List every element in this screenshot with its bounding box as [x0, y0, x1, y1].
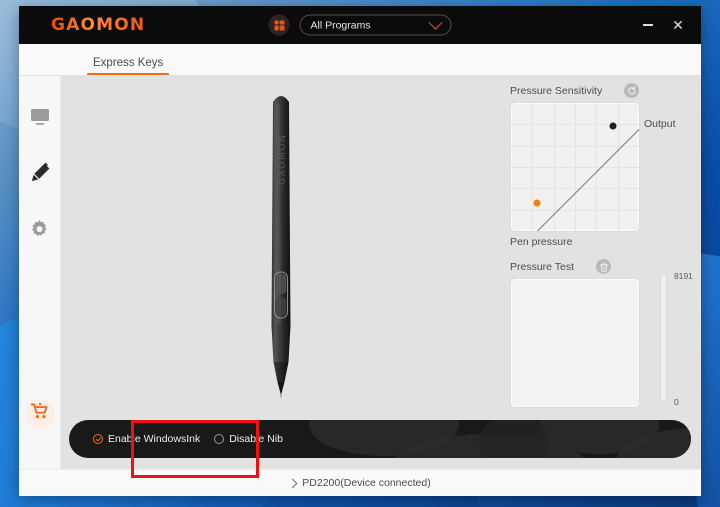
sidebar-item-pen-settings[interactable] [25, 158, 55, 188]
program-selector-group: All Programs [268, 14, 452, 36]
device-status[interactable]: PD2200(Device connected) [287, 477, 431, 489]
chevron-down-icon [428, 15, 443, 30]
desktop-background: GAOMON All Programs ✕ Express Keys GAOMO… [0, 0, 720, 507]
gauge-min-label: 0 [674, 397, 679, 407]
gaomon-driver-window: GAOMON All Programs ✕ Express Keys GAOMO… [19, 6, 701, 496]
shopping-cart-icon [30, 403, 49, 425]
option-enable-windowsink-label: Enable WindowsInk [108, 433, 201, 445]
trash-icon[interactable] [596, 259, 611, 274]
pressure-test-canvas[interactable] [510, 278, 640, 408]
minimize-button[interactable] [635, 13, 661, 37]
radio-checked-icon [93, 434, 103, 444]
sidebar-item-display-settings[interactable] [25, 102, 55, 132]
pen-pressure-axis-label: Pen pressure [510, 236, 573, 248]
tab-strip: Express Keys [19, 44, 701, 76]
pressure-curve-graph[interactable] [510, 102, 640, 232]
gauge-max-label: 8191 [674, 271, 693, 281]
right-panels: Pressure Sensitivity Output Pen pressure… [501, 76, 701, 469]
pressure-test-title: Pressure Test [510, 260, 574, 273]
content-area: GAOMON Pressure Sensitivity Output Pen p… [61, 76, 701, 469]
options-group: Enable WindowsInk Disable Nib [69, 433, 283, 445]
curve-handle-high[interactable] [609, 122, 617, 130]
title-bar: GAOMON All Programs ✕ [19, 6, 701, 44]
window-controls: ✕ [635, 13, 701, 37]
app-logo: GAOMON [51, 15, 146, 35]
pressure-sensitivity-title: Pressure Sensitivity [510, 84, 603, 97]
pressure-gauge [660, 273, 667, 403]
gear-icon [30, 219, 49, 239]
sidebar-item-general-settings[interactable] [25, 214, 55, 244]
close-button[interactable]: ✕ [665, 13, 691, 37]
pen-preview-area: GAOMON [61, 76, 501, 469]
option-disable-nib-label: Disable Nib [229, 433, 283, 445]
option-disable-nib[interactable]: Disable Nib [214, 433, 283, 445]
pressure-curve-wrap: Output [510, 102, 700, 232]
status-bar: PD2200(Device connected) [19, 469, 701, 496]
chevron-right-icon [287, 478, 298, 488]
pressure-sensitivity-panel: Pressure Sensitivity Output Pen pressure [510, 83, 700, 248]
sidebar [19, 76, 61, 469]
options-bar: Enable WindowsInk Disable Nib [69, 420, 691, 458]
window-body: GAOMON Pressure Sensitivity Output Pen p… [19, 76, 701, 469]
apps-grid-icon[interactable] [268, 14, 290, 36]
apps-grid-glyph [274, 20, 284, 30]
curve-handle-low[interactable] [533, 199, 541, 207]
radio-unchecked-icon [214, 434, 225, 444]
stylus-illustration: GAOMON [271, 96, 291, 399]
tab-express-keys[interactable]: Express Keys [87, 57, 170, 76]
program-select-value: All Programs [310, 19, 371, 31]
option-enable-windowsink[interactable]: Enable WindowsInk [93, 433, 200, 445]
pressure-gauge-wrap: 8191 0 [660, 271, 701, 407]
output-axis-label: Output [644, 118, 676, 130]
device-status-label: PD2200(Device connected) [302, 477, 431, 489]
pressure-test-panel: Pressure Test 8191 0 [510, 259, 700, 408]
sidebar-item-store[interactable] [24, 399, 55, 429]
monitor-icon [30, 108, 50, 126]
pressure-test-header: Pressure Test [510, 259, 700, 274]
reset-icon[interactable] [624, 83, 640, 98]
pressure-sensitivity-header: Pressure Sensitivity [510, 83, 700, 98]
pen-icon [29, 162, 51, 184]
program-select[interactable]: All Programs [299, 14, 452, 36]
